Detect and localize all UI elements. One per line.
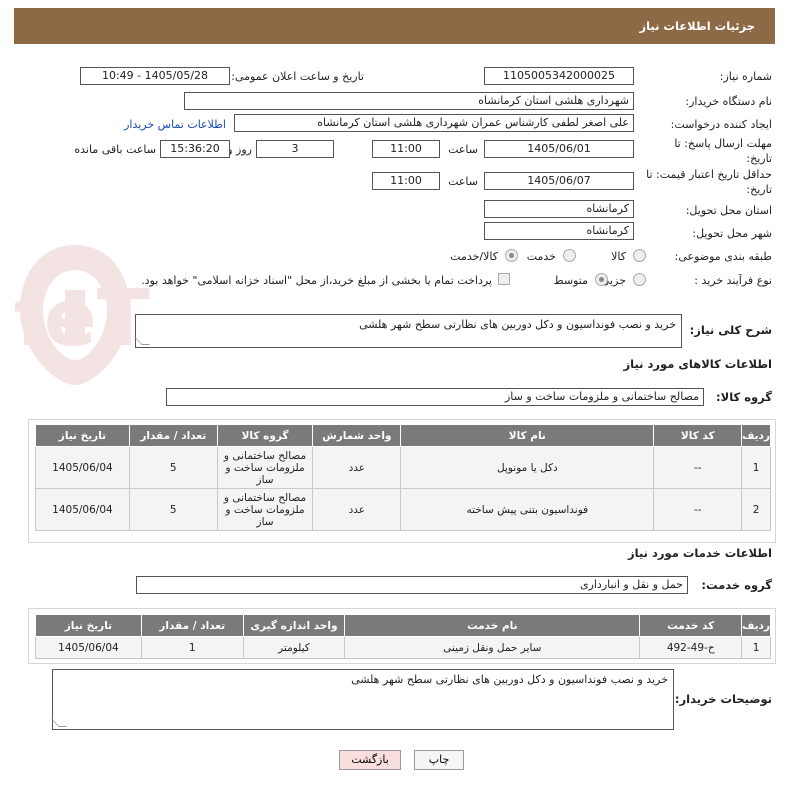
requester-field: علی اصغر لطفی کارشناس عمران شهرداری هلشی… — [234, 114, 634, 132]
goods-header-cell: واحد شمارش — [312, 424, 402, 447]
goods-cell: عدد — [312, 488, 402, 531]
buyer-notes-text: خرید و نصب فونداسیون و دکل دوربین های نظ… — [351, 673, 668, 686]
services-header-cell: واحد اندازه گیری — [242, 614, 346, 637]
price-deadline-label: حداقل تاریخ اعتبار قیمت: تا تاریخ: — [646, 168, 772, 196]
buyer-org-label: نام دستگاه خریدار: — [685, 95, 772, 108]
description-textarea[interactable]: خرید و نصب فونداسیون و دکل دوربین های نظ… — [134, 314, 682, 348]
goods-header-cell: نام کالا — [400, 424, 655, 447]
need-number-field: 1105005342000025 — [484, 67, 634, 85]
services-table: ردیف کد خدمت نام خدمت واحد اندازه گیری تعداد… — [35, 614, 771, 659]
goods-cell: مصالح ساختمانی و ملزومات ساخت و ساز — [216, 446, 314, 489]
reply-date-field: 1405/06/01 — [484, 140, 634, 158]
goods-table: ردیف کد کالا نام کالا واحد شمارش گروه کالا تع… — [35, 424, 771, 531]
services-header-cell: تاریخ نیاز — [35, 614, 142, 637]
requester-label: ایجاد کننده درخواست: — [670, 118, 772, 131]
buyer-notes-label: توضیحات خریدار: — [674, 692, 772, 706]
services-table-header: ردیف کد خدمت نام خدمت واحد اندازه گیری تعداد… — [35, 614, 771, 637]
goods-cell: 1405/06/04 — [35, 488, 130, 531]
price-time-label: ساعت — [448, 175, 478, 188]
category-both-radio[interactable] — [505, 249, 518, 262]
price-time-field: 11:00 — [372, 172, 440, 190]
goods-header-cell: تاریخ نیاز — [35, 424, 130, 447]
services-header-cell: تعداد / مقدار — [140, 614, 244, 637]
resize-handle[interactable] — [51, 719, 67, 727]
goods-header-cell: تعداد / مقدار — [128, 424, 218, 447]
process-medium-label: متوسط — [553, 274, 588, 287]
need-number-label: شماره نیاز: — [719, 70, 772, 83]
goods-cell: -- — [653, 446, 743, 489]
buyer-notes-textarea[interactable]: خرید و نصب فونداسیون و دکل دوربین های نظ… — [51, 669, 674, 730]
services-header-cell: ردیف — [741, 614, 771, 637]
buyer-org-field: شهرداری هلشی استان کرمانشاه — [184, 92, 634, 110]
process-medium-radio[interactable] — [595, 273, 608, 286]
goods-header-cell: کد کالا — [653, 424, 743, 447]
goods-cell: 1 — [741, 446, 771, 489]
treasury-payment-note: پرداخت تمام یا بخشی از مبلغ خرید،از محل … — [141, 274, 492, 287]
days-field: 3 — [256, 140, 334, 158]
resize-handle[interactable] — [134, 337, 150, 345]
announce-label: تاریخ و ساعت اعلان عمومی: — [231, 70, 364, 83]
table-row: 2 -- فونداسیون بتنی پیش ساخته عدد مصالح ساخت… — [35, 488, 771, 531]
process-type-label: نوع فرآیند خرید : — [694, 274, 772, 287]
services-cell: ح-49-492 — [639, 636, 743, 659]
goods-cell: 5 — [128, 488, 218, 531]
category-goods-label: کالا — [611, 250, 626, 263]
city-field: کرمانشاه — [484, 222, 634, 240]
days-label: روز و — [227, 143, 252, 156]
category-service-radio[interactable] — [563, 249, 576, 262]
goods-group-field: مصالح ساختمانی و ملزومات ساخت و ساز — [166, 388, 704, 406]
province-label: استان محل تحویل: — [685, 204, 772, 217]
back-button[interactable]: بازگشت — [339, 750, 401, 770]
services-cell: 1405/06/04 — [35, 636, 142, 659]
announce-field: 1405/05/28 - 10:49 — [80, 67, 230, 85]
category-label: طبقه بندی موضوعی: — [674, 250, 772, 263]
goods-header-cell: گروه کالا — [216, 424, 314, 447]
print-button[interactable]: چاپ — [414, 750, 464, 770]
category-both-label: کالا/خدمت — [450, 250, 498, 263]
services-header-cell: نام خدمت — [344, 614, 641, 637]
reply-deadline-label: مهلت ارسال پاسخ: تا تاریخ: — [674, 137, 772, 165]
goods-cell: -- — [653, 488, 743, 531]
process-minor-radio[interactable] — [633, 273, 646, 286]
goods-table-header: ردیف کد کالا نام کالا واحد شمارش گروه کالا تع… — [35, 424, 771, 447]
goods-cell: 1405/06/04 — [35, 446, 130, 489]
services-cell: 1 — [741, 636, 771, 659]
goods-cell: فونداسیون بتنی پیش ساخته — [400, 488, 655, 531]
contact-buyer-link[interactable]: اطلاعات تماس خریدار — [124, 118, 226, 131]
price-date-field: 1405/06/07 — [484, 172, 634, 190]
goods-cell: 2 — [741, 488, 771, 531]
goods-group-label: گروه کالا: — [716, 390, 772, 404]
reply-time-label: ساعت — [448, 143, 478, 156]
description-text: خرید و نصب فونداسیون و دکل دوربین های نظ… — [359, 318, 676, 331]
page: AriaTender.neT جزئیات اطلاعات نیاز شماره… — [0, 0, 788, 787]
goods-header-cell: ردیف — [741, 424, 771, 447]
table-row: 1 ح-49-492 سایر حمل ونقل زمینی کیلومتر 1 1405… — [35, 636, 771, 659]
goods-heading: اطلاعات کالاهای مورد نیاز — [623, 357, 772, 371]
services-cell: 1 — [140, 636, 244, 659]
services-header-cell: کد خدمت — [639, 614, 743, 637]
treasury-payment-checkbox[interactable] — [498, 273, 510, 285]
category-goods-radio[interactable] — [633, 249, 646, 262]
services-cell: سایر حمل ونقل زمینی — [344, 636, 641, 659]
page-title: جزئیات اطلاعات نیاز — [14, 8, 775, 44]
remaining-label: ساعت باقی مانده — [74, 143, 156, 156]
category-service-label: خدمت — [526, 250, 556, 263]
watermark-text: AriaTender.neT — [15, 274, 150, 364]
city-label: شهر محل تحویل: — [692, 227, 772, 240]
services-cell: کیلومتر — [242, 636, 346, 659]
services-heading: اطلاعات خدمات مورد نیاز — [628, 546, 772, 560]
services-group-field: حمل و نقل و انبارداری — [136, 576, 688, 594]
description-label: شرح کلی نیاز: — [689, 323, 772, 337]
remaining-time-field: 15:36:20 — [160, 140, 230, 158]
goods-cell: عدد — [312, 446, 402, 489]
goods-cell: 5 — [128, 446, 218, 489]
reply-time-field: 11:00 — [372, 140, 440, 158]
goods-cell: مصالح ساختمانی و ملزومات ساخت و ساز — [216, 488, 314, 531]
goods-cell: دکل یا مونوپل — [400, 446, 655, 489]
services-group-label: گروه خدمت: — [701, 578, 772, 592]
table-row: 1 -- دکل یا مونوپل عدد مصالح ساختمانی و ملزو… — [35, 446, 771, 489]
province-field: کرمانشاه — [484, 200, 634, 218]
